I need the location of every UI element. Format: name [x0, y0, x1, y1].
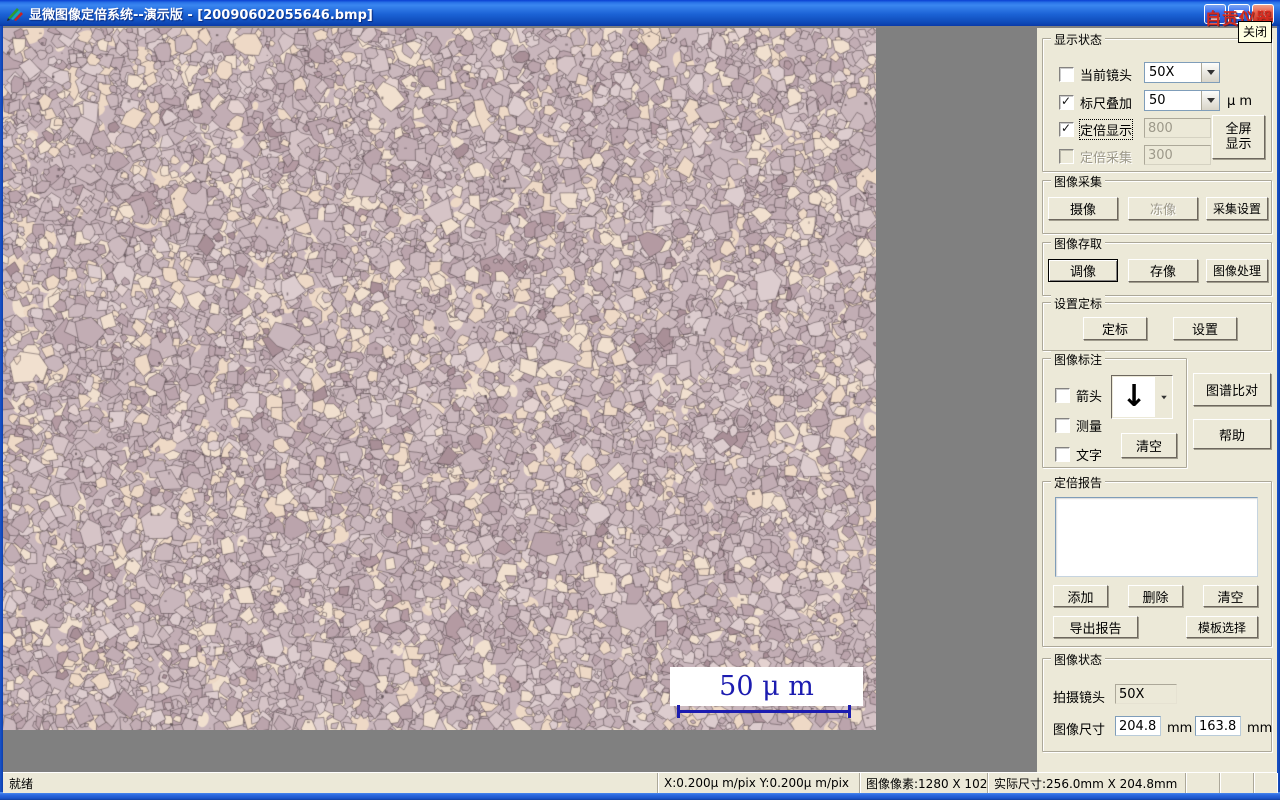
template-select-button[interactable]: 模板选择 — [1186, 616, 1258, 638]
image-size-label: 图像尺寸 — [1053, 723, 1106, 738]
help-button[interactable]: 帮助 — [1193, 419, 1271, 449]
status-image-pixels: 图像像素:1280 X 1024 — [860, 773, 988, 793]
status-bar: 就绪 X:0.200μ m/pix Y:0.200μ m/pix 图像像素:12… — [3, 772, 1277, 793]
scale-bar-label-box: 50 μ m — [670, 667, 863, 706]
measure-checkbox-label: 测量 — [1076, 420, 1103, 435]
group-image-status-label: 图像状态 — [1051, 651, 1106, 668]
current-lens-dropdown-icon[interactable] — [1201, 63, 1219, 82]
settings-button[interactable]: 设置 — [1173, 317, 1237, 340]
current-lens-combobox[interactable]: 50X — [1144, 62, 1220, 83]
image-height-unit: mm — [1247, 721, 1273, 736]
ruler-value-combobox[interactable]: 50 — [1144, 90, 1220, 111]
group-image-capture-label: 图像采集 — [1051, 173, 1106, 190]
arrow-style-combobox[interactable]: ↓ — [1111, 375, 1173, 419]
status-spare-3 — [1254, 773, 1277, 793]
micrograph-image[interactable] — [3, 28, 876, 730]
control-panel: 显示状态 当前镜头 50X 标尺叠加 50 μ m 定倍显示 80 — [1037, 28, 1277, 772]
image-process-button[interactable]: 图像处理 — [1206, 259, 1268, 282]
app-icon — [7, 8, 23, 21]
ruler-overlay-checkbox[interactable] — [1059, 94, 1074, 110]
calibrate-button[interactable]: 定标 — [1083, 317, 1147, 340]
image-width-unit: mm — [1167, 721, 1193, 736]
group-annotation: 图像标注 箭头 测量 文字 ↓ 清空 — [1042, 351, 1187, 468]
title-bar[interactable]: 显微图像定倍系统--演示版 - [20090602055646.bmp] ✕ — [0, 0, 1280, 26]
group-image-storage-label: 图像存取 — [1051, 235, 1106, 252]
export-report-button[interactable]: 导出报告 — [1053, 616, 1138, 638]
group-image-status: 图像状态 拍摄镜头 50X 图像尺寸 204.8 mm 163.8 mm — [1042, 651, 1273, 752]
group-display-status: 显示状态 当前镜头 50X 标尺叠加 50 μ m 定倍显示 80 — [1042, 31, 1272, 172]
report-delete-button[interactable]: 删除 — [1128, 585, 1183, 607]
shooting-lens-label: 拍摄镜头 — [1053, 691, 1106, 706]
ruler-overlay-label: 标尺叠加 — [1080, 97, 1133, 112]
scale-bar-label: 50 μ m — [719, 671, 814, 702]
status-spare-1 — [1186, 773, 1220, 793]
group-report: 定倍报告 添加 删除 清空 导出报告 模板选择 — [1042, 474, 1272, 647]
arrow-checkbox-label: 箭头 — [1076, 390, 1103, 405]
fixed-capture-field: 300 — [1144, 145, 1211, 165]
image-height-field: 163.8 — [1195, 716, 1241, 736]
capture-settings-button[interactable]: 采集设置 — [1206, 197, 1268, 220]
shooting-lens-field: 50X — [1115, 684, 1177, 704]
arrow-style-dropdown-icon[interactable] — [1156, 376, 1172, 418]
group-image-capture: 图像采集 摄像 冻像 采集设置 — [1042, 173, 1272, 234]
image-width-field: 204.8 — [1115, 716, 1161, 736]
window-title: 显微图像定倍系统--演示版 - [20090602055646.bmp] — [29, 7, 373, 23]
report-add-button[interactable]: 添加 — [1053, 585, 1108, 607]
fixed-display-checkbox[interactable] — [1059, 121, 1074, 137]
status-actual-size: 实际尺寸:256.0mm X 204.8mm — [988, 773, 1186, 793]
fixed-display-field: 800 — [1144, 118, 1211, 138]
measure-checkbox[interactable] — [1055, 418, 1070, 433]
arrow-style-icon: ↓ — [1121, 379, 1147, 414]
status-ready: 就绪 — [3, 773, 658, 793]
arrow-checkbox[interactable] — [1055, 388, 1070, 403]
current-lens-checkbox[interactable] — [1059, 67, 1074, 82]
scale-bar-line — [677, 705, 851, 718]
text-checkbox[interactable] — [1055, 447, 1070, 462]
text-checkbox-label: 文字 — [1076, 449, 1103, 464]
current-lens-value: 50X — [1149, 65, 1175, 80]
ruler-unit-label: μ m — [1227, 94, 1253, 109]
fixed-capture-checkbox — [1059, 149, 1074, 164]
fullscreen-button-line2: 显示 — [1225, 137, 1252, 152]
ruler-value: 50 — [1149, 93, 1166, 108]
fixed-display-label: 定倍显示 — [1078, 119, 1134, 140]
save-image-button[interactable]: 存像 — [1128, 259, 1198, 282]
annotation-clear-button[interactable]: 清空 — [1121, 433, 1177, 458]
fixed-capture-label: 定倍采集 — [1080, 151, 1133, 166]
group-calibration: 设置定标 定标 设置 — [1042, 295, 1272, 351]
group-image-storage: 图像存取 调像 存像 图像处理 — [1042, 235, 1272, 296]
group-calibration-label: 设置定标 — [1051, 295, 1106, 312]
group-display-status-label: 显示状态 — [1051, 31, 1106, 48]
window-border-bottom — [0, 792, 1280, 800]
status-pixel-scale: X:0.200μ m/pix Y:0.200μ m/pix — [658, 773, 860, 793]
report-clear-button[interactable]: 清空 — [1203, 585, 1258, 607]
fullscreen-button-line1: 全屏 — [1225, 122, 1252, 137]
ruler-dropdown-icon[interactable] — [1201, 91, 1219, 110]
capture-button[interactable]: 摄像 — [1048, 197, 1118, 220]
group-report-label: 定倍报告 — [1051, 474, 1106, 491]
group-annotation-label: 图像标注 — [1051, 351, 1106, 368]
current-lens-label: 当前镜头 — [1080, 69, 1133, 84]
atlas-compare-button[interactable]: 图谱比对 — [1193, 373, 1271, 406]
app-window: 显微图像定倍系统--演示版 - [20090602055646.bmp] ✕ 自… — [0, 0, 1280, 800]
fullscreen-button[interactable]: 全屏 显示 — [1212, 115, 1265, 159]
report-listbox[interactable] — [1055, 497, 1258, 577]
status-spare-2 — [1220, 773, 1254, 793]
close-tooltip: 关闭 — [1238, 21, 1273, 43]
micrograph-view[interactable]: 50 μ m — [3, 28, 876, 730]
load-image-button[interactable]: 调像 — [1048, 259, 1118, 282]
freeze-button: 冻像 — [1128, 197, 1198, 220]
